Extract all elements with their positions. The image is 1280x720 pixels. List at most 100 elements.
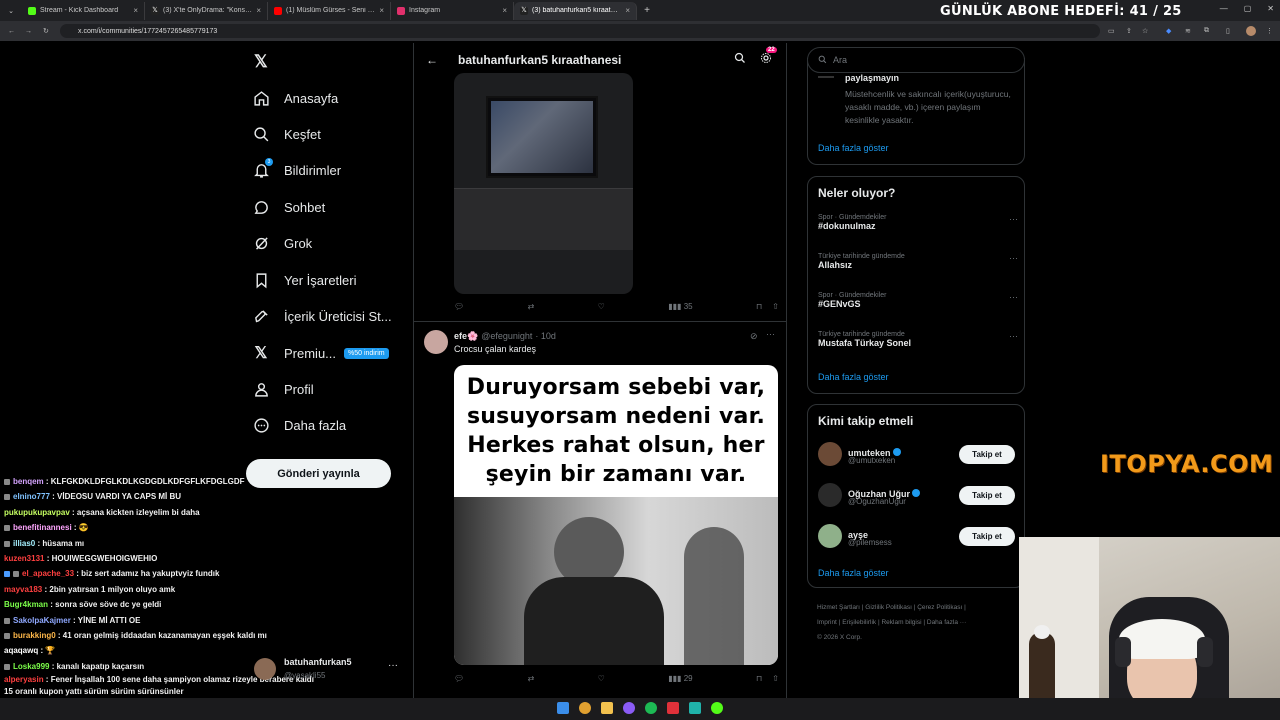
trend-more-icon[interactable]: ··· [1009, 292, 1018, 302]
show-more-link[interactable]: Daha fazla göster [818, 568, 889, 578]
search-icon[interactable] [734, 52, 746, 67]
browser-tab[interactable]: (1) Müslüm Gürses - Seni Yazdı...× [268, 1, 391, 20]
trend-item[interactable]: Türkiye tarihinde gündemde Allahsız ··· [818, 253, 1018, 270]
nav-notifications[interactable]: 3 Bildirimler [252, 158, 341, 179]
tab-list-icon[interactable]: ⌄ [0, 2, 22, 20]
trend-more-icon[interactable]: ··· [1009, 214, 1018, 224]
follow-button[interactable]: Takip et [959, 445, 1015, 464]
nav-chat[interactable]: Sohbet [252, 198, 325, 216]
chat-bubble-icon [252, 198, 270, 216]
new-tab-button[interactable]: + [637, 5, 657, 16]
like-icon[interactable]: ♡ [598, 674, 605, 683]
grok-icon[interactable]: ⊘ [750, 331, 758, 342]
forward-icon[interactable]: → [25, 28, 32, 35]
reply-icon[interactable]: 💬︎ [454, 674, 464, 683]
retweet-icon[interactable]: ⇄ [528, 674, 535, 683]
chrome-icon[interactable] [579, 702, 591, 714]
nav-premium[interactable]: 𝕏 Premiu... %50 indirim [252, 344, 389, 362]
maximize-icon[interactable]: ▢ [1244, 4, 1252, 13]
footer-link[interactable]: Erişilebilirlik [842, 619, 876, 626]
browser-tab-active[interactable]: 𝕏 (3) batuhanfurkan5 kıraathanesi × [514, 1, 637, 20]
menu-dots-icon[interactable]: ⋮ [1266, 27, 1273, 35]
chat-line: pukupukupavpav : açsana kickten izleyeli… [4, 507, 200, 517]
tweet-more-icon[interactable]: ··· [766, 329, 775, 339]
trend-item[interactable]: Türkiye tarihinde gündemde Mustafa Türka… [818, 331, 1018, 348]
tweet-image[interactable]: Duruyorsam sebebi var, susuyorsam nedeni… [454, 365, 778, 665]
close-tab-icon[interactable]: × [256, 6, 261, 15]
close-window-icon[interactable]: ✕ [1267, 4, 1274, 13]
nav-profile[interactable]: Profil [252, 380, 314, 398]
trends-box: Neler oluyor? Spor · Gündemdekiler #doku… [807, 176, 1025, 394]
follow-button[interactable]: Takip et [959, 527, 1015, 546]
bookmark-icon[interactable]: ⊓ [756, 674, 762, 683]
back-arrow-icon[interactable]: ← [426, 53, 438, 67]
views-icon[interactable]: ▮▮▮ 29 [668, 674, 692, 683]
close-tab-icon[interactable]: × [502, 6, 507, 15]
settings-gear-icon[interactable] [760, 52, 772, 67]
share-icon[interactable]: ⇧ [772, 674, 779, 683]
browser-tab[interactable]: 𝕏(3) X'te OnlyDrama: "Konsol Oy...× [145, 1, 268, 20]
trend-more-icon[interactable]: ··· [1009, 331, 1018, 341]
show-more-link[interactable]: Daha fazla göster [818, 143, 889, 153]
tweet[interactable]: efe🌸 @efegunight · 10d ⊘ ··· Crocsu çala… [414, 321, 786, 354]
cast-icon[interactable]: ▭ [1108, 27, 1115, 35]
retweet-icon[interactable]: ⇄ [528, 302, 535, 311]
start-icon[interactable] [557, 702, 569, 714]
account-more-icon[interactable]: ··· [388, 660, 398, 671]
close-tab-icon[interactable]: × [133, 6, 138, 15]
chat-line: el_apache_33 : biz sert adamız ha yakupt… [0, 566, 318, 581]
show-more-link[interactable]: Daha fazla göster [818, 372, 889, 382]
nav-bookmarks[interactable]: Yer İşaretleri [252, 271, 357, 289]
profile-avatar-icon[interactable] [1246, 26, 1256, 36]
extensions-puzzle-icon[interactable]: ⧉ [1204, 27, 1209, 35]
sidebar-icon[interactable]: ▯ [1226, 27, 1230, 35]
spotify-icon[interactable] [645, 702, 657, 714]
minimize-icon[interactable]: — [1220, 4, 1228, 13]
nav-more[interactable]: Daha fazla [252, 416, 346, 434]
follow-button[interactable]: Takip et [959, 486, 1015, 505]
like-icon[interactable]: ♡ [598, 302, 605, 311]
extension-icon[interactable]: ≋ [1185, 27, 1191, 35]
share-icon[interactable]: ⇪ [1126, 27, 1132, 35]
tweet-author-name[interactable]: efe🌸 [454, 331, 478, 342]
instagram-icon [397, 6, 405, 15]
trend-more-icon[interactable]: ··· [1009, 253, 1018, 263]
account-switcher[interactable]: batuhanfurkan5 @yasakli55 ··· [254, 655, 404, 683]
browser-tab[interactable]: Instagram × [391, 1, 514, 20]
footer-link[interactable]: Gizlilik Politikası [865, 604, 912, 611]
trends-title: Neler oluyor? [818, 186, 896, 200]
footer-link[interactable]: Hizmet Şartları [817, 604, 860, 611]
close-tab-icon[interactable]: × [625, 6, 630, 15]
share-icon[interactable]: ⇧ [772, 302, 779, 311]
app-icon[interactable] [689, 702, 701, 714]
nav-explore[interactable]: Keşfet [252, 125, 321, 143]
footer-link[interactable]: Reklam bilgisi [881, 619, 921, 626]
nav-home[interactable]: Anasayfa [252, 89, 338, 107]
trend-item[interactable]: Spor · Gündemdekiler #GENvGS ··· [818, 292, 1018, 309]
file-explorer-icon[interactable] [601, 702, 613, 714]
obs-icon[interactable] [623, 702, 635, 714]
nav-grok[interactable]: Grok [252, 234, 312, 252]
footer-link[interactable]: Imprint [817, 619, 837, 626]
close-tab-icon[interactable]: × [379, 6, 384, 15]
footer-link[interactable]: Daha fazla ··· [927, 619, 966, 626]
back-icon[interactable]: ← [8, 28, 15, 35]
trend-item[interactable]: Spor · Gündemdekiler #dokunulmaz ··· [818, 214, 1018, 231]
views-icon[interactable]: ▮▮▮ 35 [668, 302, 692, 311]
x-logo-icon[interactable]: 𝕏 [254, 52, 268, 72]
tweet-author-handle[interactable]: @efegunight [481, 331, 532, 342]
bookmark-star-icon[interactable]: ☆ [1142, 27, 1148, 35]
avatar[interactable] [424, 330, 448, 354]
tweet-time[interactable]: · 10d [535, 331, 556, 342]
extension-icon[interactable]: ◆ [1166, 27, 1171, 35]
reload-icon[interactable]: ↻ [43, 27, 49, 35]
url-field[interactable]: x.com/i/communities/1772457265485779173 [60, 24, 1100, 38]
footer-link[interactable]: Çerez Politikası [917, 604, 962, 611]
app-icon[interactable] [667, 702, 679, 714]
tweet-image[interactable] [454, 73, 633, 294]
app-icon[interactable] [711, 702, 723, 714]
reply-icon[interactable]: 💬︎ [454, 302, 464, 311]
bookmark-icon[interactable]: ⊓ [756, 302, 762, 311]
browser-tab[interactable]: Stream - Kick Dashboard × [22, 1, 145, 20]
nav-creator-studio[interactable]: İçerik Üreticisi St... [252, 307, 392, 325]
